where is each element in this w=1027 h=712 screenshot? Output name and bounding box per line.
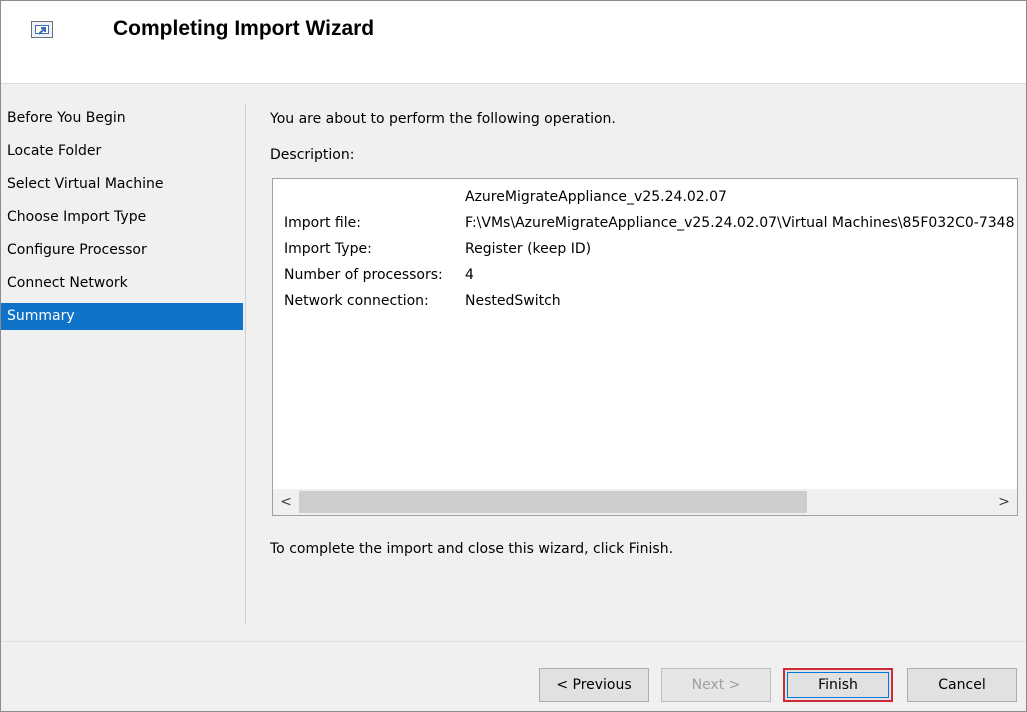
finish-button[interactable]: Finish xyxy=(783,668,893,702)
import-wizard-icon xyxy=(31,21,53,38)
intro-text: You are about to perform the following o… xyxy=(270,111,616,127)
nav-divider xyxy=(245,103,246,623)
steps-nav: Before You Begin Locate Folder Select Vi… xyxy=(1,102,243,330)
description-key: Network connection: xyxy=(284,293,429,309)
focus-rectangle xyxy=(787,672,889,698)
scroll-right-arrow[interactable]: > xyxy=(991,489,1017,515)
description-value: 4 xyxy=(465,267,474,283)
step-choose-import-type[interactable]: Choose Import Type xyxy=(1,201,243,234)
button-bar: < Previous Next > Finish Cancel xyxy=(1,641,1026,711)
previous-button[interactable]: < Previous xyxy=(539,668,649,702)
next-button[interactable]: Next > xyxy=(661,668,771,702)
wizard-window: Completing Import Wizard Before You Begi… xyxy=(0,0,1027,712)
scroll-left-arrow[interactable]: < xyxy=(273,489,299,515)
step-configure-processor[interactable]: Configure Processor xyxy=(1,234,243,267)
description-value: NestedSwitch xyxy=(465,293,561,309)
description-label: Description: xyxy=(270,147,355,163)
step-select-virtual-machine[interactable]: Select Virtual Machine xyxy=(1,168,243,201)
wizard-header: Completing Import Wizard xyxy=(1,1,1026,84)
vm-name-value: AzureMigrateAppliance_v25.24.02.07 xyxy=(465,189,727,205)
scrollbar-thumb[interactable] xyxy=(299,491,807,513)
description-value: F:\VMs\AzureMigrateAppliance_v25.24.02.0… xyxy=(465,215,1015,231)
cancel-button[interactable]: Cancel xyxy=(907,668,1017,702)
description-key: Number of processors: xyxy=(284,267,443,283)
description-key: Import file: xyxy=(284,215,361,231)
step-before-you-begin[interactable]: Before You Begin xyxy=(1,102,243,135)
description-key: Import Type: xyxy=(284,241,372,257)
description-value: Register (keep ID) xyxy=(465,241,592,257)
page-title: Completing Import Wizard xyxy=(113,17,375,40)
step-locate-folder[interactable]: Locate Folder xyxy=(1,135,243,168)
step-connect-network[interactable]: Connect Network xyxy=(1,267,243,300)
step-summary[interactable]: Summary xyxy=(1,303,243,330)
description-box[interactable]: AzureMigrateAppliance_v25.24.02.07 Impor… xyxy=(272,178,1018,516)
wizard-body: Before You Begin Locate Folder Select Vi… xyxy=(1,85,1026,641)
horizontal-scrollbar[interactable]: < > xyxy=(273,489,1017,515)
finish-note: To complete the import and close this wi… xyxy=(270,541,674,557)
